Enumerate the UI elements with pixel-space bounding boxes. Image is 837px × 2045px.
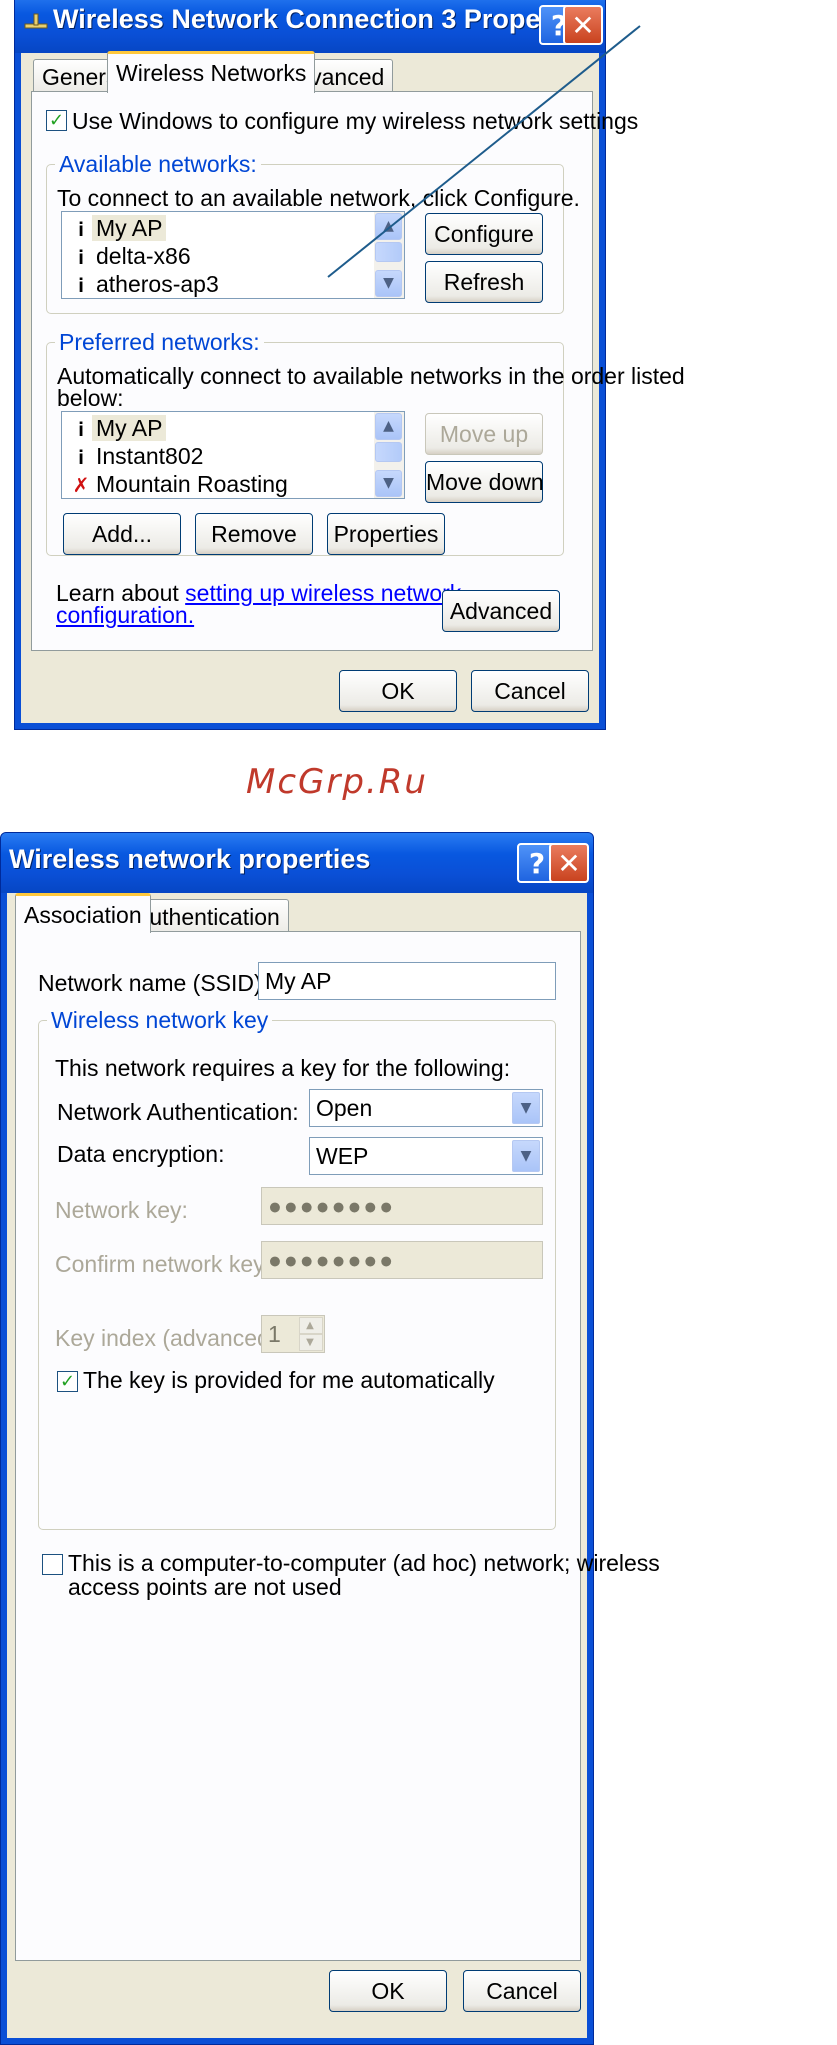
adhoc-checkbox[interactable] xyxy=(42,1554,63,1575)
confirm-key-input[interactable]: ●●●●●●●● xyxy=(261,1241,543,1279)
add-button[interactable]: Add... xyxy=(63,513,181,555)
tab-association[interactable]: Association xyxy=(15,893,151,933)
key-intro-text: This network requires a key for the foll… xyxy=(55,1055,511,1081)
auto-key-checkbox[interactable]: ✓ xyxy=(57,1371,78,1392)
tab-panel: Network name (SSID): My AP Wireless netw… xyxy=(15,931,660,1961)
spin-down-icon[interactable]: ▼ xyxy=(299,1334,323,1351)
title-bar[interactable]: Wireless network properties ? ✕ xyxy=(1,833,593,893)
vertical-scrollbar[interactable]: ▲ ▼ xyxy=(374,412,404,498)
network-key-input[interactable]: ●●●●●●●● xyxy=(261,1187,543,1225)
preferred-networks-legend: Preferred networks: xyxy=(55,329,264,356)
preferred-networks-group: Preferred networks: Automatically connec… xyxy=(46,329,685,556)
adhoc-label-line1: This is a computer-to-computer (ad hoc) … xyxy=(68,1550,660,1576)
preferred-instruction-line1: Automatically connect to available netwo… xyxy=(57,363,685,389)
scroll-up-arrow-icon[interactable]: ▲ xyxy=(375,413,402,440)
adhoc-label-line2: access points are not used xyxy=(68,1574,342,1600)
window-title: Wireless network properties xyxy=(9,844,371,874)
ok-button[interactable]: OK xyxy=(339,670,457,712)
scroll-thumb[interactable] xyxy=(375,442,402,462)
cancel-button[interactable]: Cancel xyxy=(463,1970,581,2012)
encryption-label: Data encryption: xyxy=(57,1141,225,1167)
preferred-networks-list[interactable]: 𝐢 My AP 𝐢 Instant802 ✗ Mountain Roasting ▲ … xyxy=(61,411,405,499)
pointer-line xyxy=(327,25,641,278)
ssid-label: Network name (SSID): xyxy=(38,970,269,996)
watermark-text: McGrp.Ru xyxy=(246,762,428,802)
wireless-key-legend: Wireless network key xyxy=(47,1007,273,1034)
chevron-down-icon[interactable]: ▼ xyxy=(512,1140,540,1172)
setup-wireless-link[interactable]: setting up wireless network xyxy=(185,580,461,606)
list-item[interactable]: 𝐢 Instant802 xyxy=(70,442,366,470)
chevron-down-icon[interactable]: ▼ xyxy=(512,1092,540,1124)
antenna-icon: 𝐢 xyxy=(78,417,84,441)
confirm-key-label: Confirm network key: xyxy=(55,1251,272,1277)
antenna-unavailable-icon: ✗ xyxy=(72,473,90,497)
wireless-key-group: Wireless network key This network requir… xyxy=(38,1007,556,1530)
list-item[interactable]: 𝐢 My AP xyxy=(70,414,366,442)
key-index-label: Key index (advanced): xyxy=(55,1325,284,1351)
ssid-input[interactable]: My AP xyxy=(258,962,556,1000)
scroll-down-arrow-icon[interactable]: ▼ xyxy=(375,470,402,497)
auth-label: Network Authentication: xyxy=(57,1099,299,1125)
list-item[interactable]: ✗ Mountain Roasting xyxy=(70,470,366,498)
key-index-stepper[interactable]: 1 ▲ ▼ xyxy=(261,1315,325,1353)
move-up-button[interactable]: Move up xyxy=(425,413,543,455)
ok-button[interactable]: OK xyxy=(329,1970,447,2012)
remove-button[interactable]: Remove xyxy=(195,513,313,555)
data-encryption-select[interactable]: WEP ▼ xyxy=(309,1137,543,1175)
cancel-button[interactable]: Cancel xyxy=(471,670,589,712)
properties-button[interactable]: Properties xyxy=(327,513,445,555)
advanced-button[interactable]: Advanced xyxy=(442,590,560,632)
move-down-button[interactable]: Move down xyxy=(425,461,544,503)
wireless-network-properties-dialog: Wireless network properties ? ✕ Associat… xyxy=(0,832,660,2045)
spin-up-icon[interactable]: ▲ xyxy=(299,1317,323,1334)
dialog-client: Association Authentication Network name … xyxy=(7,893,660,2038)
tab-wireless-networks[interactable]: Wireless Networks xyxy=(107,51,316,93)
network-key-label: Network key: xyxy=(55,1197,188,1223)
close-button[interactable]: ✕ xyxy=(549,843,589,883)
network-authentication-select[interactable]: Open ▼ xyxy=(309,1089,543,1127)
antenna-icon: 𝐢 xyxy=(78,445,84,469)
setup-wireless-link-line2[interactable]: configuration. xyxy=(56,602,194,629)
preferred-instruction-line2: below: xyxy=(57,385,124,411)
auto-key-label: The key is provided for me automatically xyxy=(83,1367,495,1393)
